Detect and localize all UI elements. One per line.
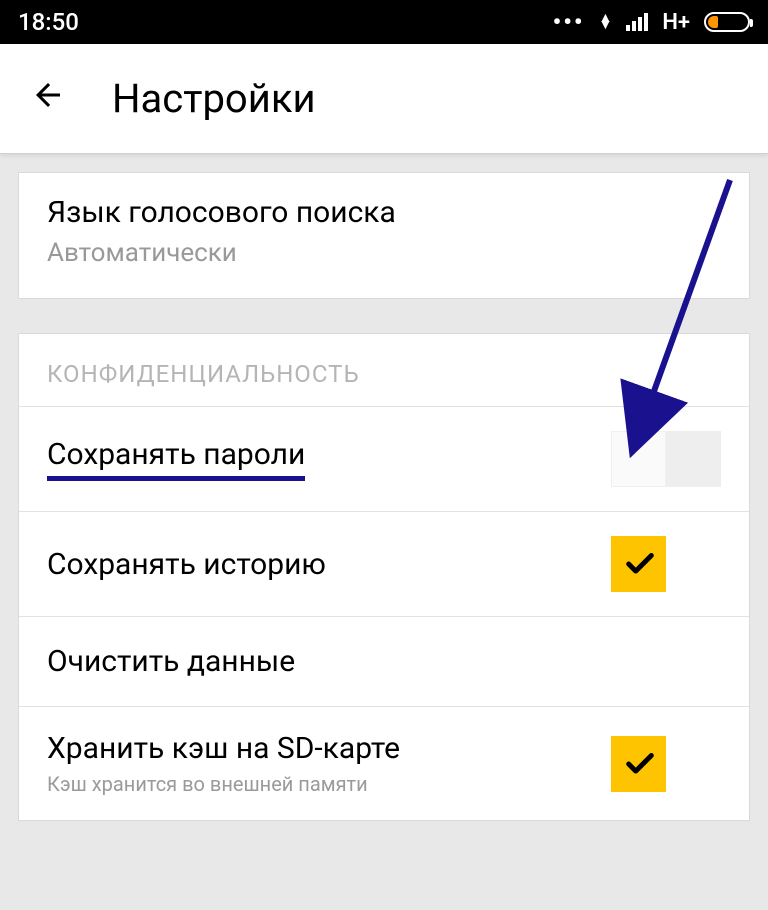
back-button[interactable] [30, 77, 66, 120]
save-history-toggle[interactable] [611, 536, 721, 592]
cache-sd-desc: Кэш хранится во внешней памяти [47, 772, 611, 796]
network-type: H+ [662, 10, 690, 35]
save-passwords-toggle[interactable] [611, 431, 721, 487]
save-history-item[interactable]: Сохранять историю [19, 512, 749, 617]
privacy-section-header: КОНФИДЕНЦИАЛЬНОСТЬ [19, 334, 749, 407]
status-bar: 18:50 ••• ▲▼ H+ [0, 0, 768, 44]
voice-search-title: Язык голосового поиска [47, 195, 721, 230]
voice-search-language-item[interactable]: Язык голосового поиска Автоматически [18, 172, 750, 299]
save-passwords-item[interactable]: Сохранять пароли [19, 407, 749, 512]
title-bar: Настройки [0, 44, 768, 154]
battery-icon [704, 12, 750, 32]
more-icon: ••• [553, 8, 585, 36]
check-icon [623, 747, 657, 781]
page-title: Настройки [112, 75, 316, 122]
voice-search-value: Автоматически [47, 238, 721, 268]
save-passwords-label: Сохранять пароли [47, 437, 305, 481]
clear-data-label: Очистить данные [47, 644, 295, 679]
cache-sd-label: Хранить кэш на SD-карте [47, 731, 611, 766]
save-history-label: Сохранять историю [47, 547, 326, 582]
cache-sd-item[interactable]: Хранить кэш на SD-карте Кэш хранится во … [19, 707, 749, 820]
privacy-section: КОНФИДЕНЦИАЛЬНОСТЬ Сохранять пароли Сохр… [18, 333, 750, 821]
signal-icon [626, 13, 648, 31]
check-icon [623, 547, 657, 581]
arrow-left-icon [30, 77, 66, 113]
cache-sd-toggle[interactable] [611, 736, 721, 792]
status-time: 18:50 [18, 8, 79, 36]
status-indicators: ••• ▲▼ H+ [553, 8, 750, 36]
clear-data-item[interactable]: Очистить данные [19, 617, 749, 707]
data-traffic-icon: ▲▼ [598, 15, 612, 29]
